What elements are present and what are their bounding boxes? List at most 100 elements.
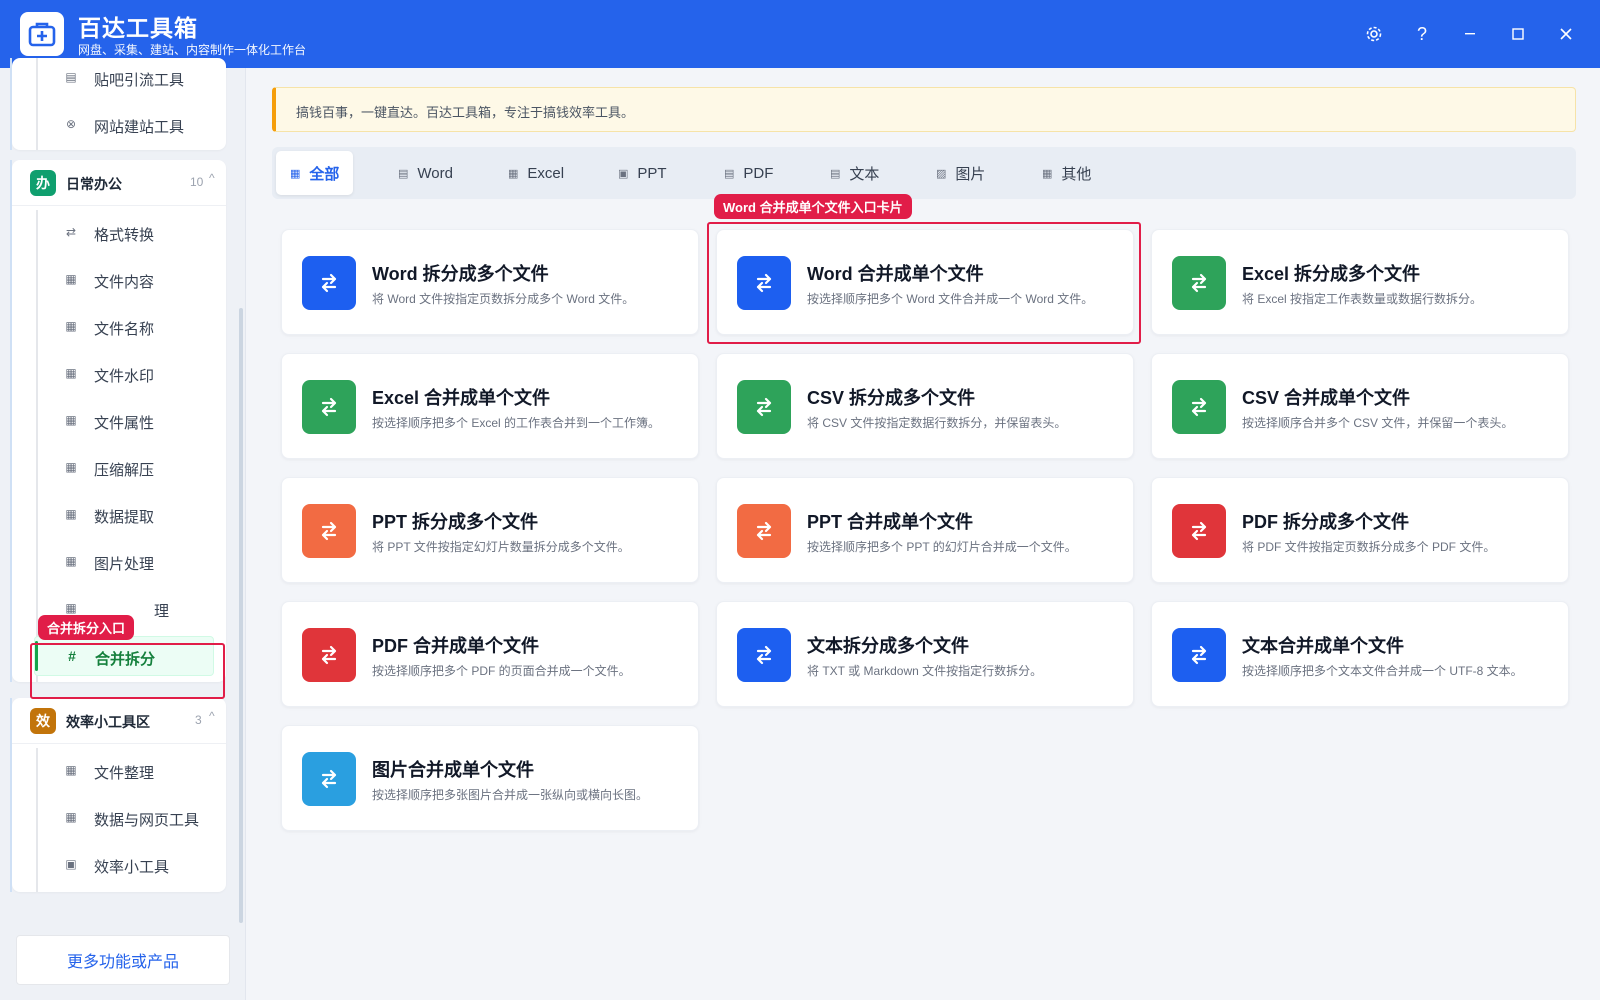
- card-description: 将 Word 文件按指定页数拆分成多个 Word 文件。: [372, 292, 635, 306]
- tool-card[interactable]: Excel 拆分成多个文件将 Excel 按指定工作表数量或数据行数拆分。: [1151, 229, 1569, 335]
- group-count: 10: [190, 175, 204, 189]
- sidebar-group-tools: ▤ 贴吧引流工具 ⊗ 网站建站工具: [10, 58, 226, 150]
- group-title: 效率小工具区: [66, 714, 150, 730]
- chevron-up-icon[interactable]: ^: [209, 709, 215, 723]
- notice-banner: 搞钱百事，一键直达。百达工具箱，专注于搞钱效率工具。: [272, 87, 1576, 132]
- sidebar-item-file-name[interactable]: ▦ 文件名称: [34, 307, 214, 347]
- tool-card[interactable]: Word 拆分成多个文件将 Word 文件按指定页数拆分成多个 Word 文件。: [281, 229, 699, 335]
- card-description: 将 TXT 或 Markdown 文件按指定行数拆分。: [807, 664, 1043, 678]
- sidebar-item-label: 数据提取: [94, 509, 155, 526]
- toolbox-icon: ▣: [65, 857, 77, 871]
- sidebar-item-label: 数据与网页工具: [94, 812, 200, 829]
- sidebar-item-label: 文件水印: [94, 368, 155, 385]
- tab-label: 文本: [849, 165, 880, 183]
- slide-icon: ▣: [618, 167, 629, 180]
- close-icon[interactable]: [1554, 22, 1578, 46]
- card-title: 图片合并成单个文件: [372, 760, 534, 780]
- settings-icon[interactable]: [1362, 22, 1386, 46]
- card-description: 按选择顺序把多个文本文件合并成一个 UTF-8 文本。: [1242, 664, 1523, 678]
- tab-label: PDF: [743, 164, 774, 182]
- sidebar-item-tieba[interactable]: ▤ 贴吧引流工具: [34, 58, 214, 98]
- tab-image[interactable]: ▨ 图片: [922, 151, 999, 195]
- group-header-office[interactable]: 办 日常办公 10 ^: [12, 160, 226, 206]
- sidebar-item-data-extract[interactable]: ▦ 数据提取: [34, 495, 214, 535]
- sidebar-scrollbar[interactable]: [238, 68, 244, 923]
- tool-card[interactable]: Excel 合并成单个文件 按选择顺序把多个 Excel 的工作表合并到一个工作簿…: [281, 353, 699, 459]
- grid-icon: ▦: [65, 507, 77, 521]
- group-badge: 办: [30, 170, 56, 196]
- grid-icon: ▦: [65, 319, 77, 333]
- card-title: PPT 拆分成多个文件: [372, 512, 539, 532]
- tab-label: 其他: [1061, 165, 1092, 183]
- tool-card[interactable]: PDF 拆分成多个文件将 PDF 文件按指定页数拆分成多个 PDF 文件。: [1151, 477, 1569, 583]
- tool-card[interactable]: PDF 合并成单个文件按选择顺序把多个 PDF 的页面合并成一个文件。: [281, 601, 699, 707]
- document-icon: ▤: [65, 70, 77, 84]
- card-title: PDF 合并成单个文件: [372, 636, 540, 656]
- tab-label: 图片: [955, 165, 986, 183]
- tab-all[interactable]: ▦ 全部: [276, 151, 354, 195]
- help-icon[interactable]: ?: [1410, 22, 1434, 46]
- doc-icon: ▤: [398, 167, 409, 180]
- globe-icon: ⊗: [65, 117, 77, 131]
- card-description: 将 PDF 文件按指定页数拆分成多个 PDF 文件。: [1242, 540, 1496, 554]
- grid-icon: ▦: [290, 167, 301, 180]
- group-badge: 效: [30, 708, 56, 734]
- sidebar-item-efficiency-tools[interactable]: ▣ 效率小工具: [34, 845, 214, 885]
- sidebar-item-file-properties[interactable]: ▦ 文件属性: [34, 401, 214, 441]
- tab-ppt[interactable]: ▣ PPT: [604, 151, 681, 195]
- app-subtitle: 网盘、采集、建站、内容制作一体化工作台: [78, 43, 307, 57]
- tab-other[interactable]: ▦ 其他: [1028, 151, 1105, 195]
- text-icon: ▤: [830, 167, 841, 180]
- category-tabs: ▦ 全部 ▤ Word ▦ Excel ▣ PPT ▤ PDF ▤ 文本 ▨ 图…: [272, 147, 1576, 199]
- minimize-icon[interactable]: [1458, 22, 1482, 46]
- card-description: 按选择顺序把多个 PDF 的页面合并成一个文件。: [372, 664, 631, 678]
- tool-card[interactable]: PPT 合并成单个文件 按选择顺序把多个 PPT 的幻灯片合并成一个文件。: [716, 477, 1134, 583]
- sidebar-item-file-organize[interactable]: ▦ 文件整理: [34, 751, 214, 791]
- grid-icon: ▦: [65, 554, 77, 568]
- card-description: 按选择顺序把多个 PPT 的幻灯片合并成一个文件。: [807, 540, 1077, 554]
- sidebar-item-format-convert[interactable]: ⇄ 格式转换: [34, 213, 214, 253]
- tool-card[interactable]: CSV 拆分成多个文件将 CSV 文件按指定数据行数拆分，并保留表头。: [716, 353, 1134, 459]
- more-features-button[interactable]: 更多功能或产品: [16, 935, 230, 985]
- sidebar-item-label: 网站建站工具: [94, 119, 185, 136]
- swap-arrows-icon: [1172, 380, 1226, 434]
- tool-card[interactable]: 图片合并成单个文件 按选择顺序把多张图片合并成一张纵向或横向长图。: [281, 725, 699, 831]
- card-title: 文本拆分成多个文件: [807, 636, 969, 656]
- grid-icon: ▦: [65, 763, 77, 777]
- grid-icon: ▦: [65, 810, 77, 824]
- maximize-icon[interactable]: [1506, 22, 1530, 46]
- tab-word[interactable]: ▤ Word: [384, 151, 467, 195]
- notice-text: 搞钱百事，一键直达。百达工具箱，专注于搞钱效率工具。: [296, 105, 635, 120]
- group-header-efficiency[interactable]: 效 效率小工具区 3 ^: [12, 698, 226, 744]
- sidebar-item-image-process[interactable]: ▦ 图片处理: [34, 542, 214, 582]
- sidebar-item-label: 文件名称: [94, 321, 155, 338]
- tool-card[interactable]: PPT 拆分成多个文件将 PPT 文件按指定幻灯片数量拆分成多个文件。: [281, 477, 699, 583]
- grid-icon: ▦: [65, 366, 77, 380]
- card-description: 将 CSV 文件按指定数据行数拆分，并保留表头。: [807, 416, 1067, 430]
- sidebar-item-website[interactable]: ⊗ 网站建站工具: [34, 105, 214, 145]
- tool-card[interactable]: CSV 合并成单个文件 按选择顺序合并多个 CSV 文件，并保留一个表头。: [1151, 353, 1569, 459]
- tab-text[interactable]: ▤ 文本: [816, 151, 893, 195]
- card-title: CSV 合并成单个文件: [1242, 388, 1411, 408]
- tab-pdf[interactable]: ▤ PDF: [710, 151, 787, 195]
- swap-arrows-icon: [302, 256, 356, 310]
- sidebar: ▤ 贴吧引流工具 ⊗ 网站建站工具 办 日常办公 10 ^ ⇄ 格式转换 ▦ 文…: [0, 58, 246, 1000]
- sidebar-item-file-content[interactable]: ▦ 文件内容: [34, 260, 214, 300]
- tool-card[interactable]: 文本拆分成多个文件将 TXT 或 Markdown 文件按指定行数拆分。: [716, 601, 1134, 707]
- tool-card[interactable]: 文本合并成单个文件按选择顺序把多个文本文件合并成一个 UTF-8 文本。: [1151, 601, 1569, 707]
- sidebar-item-watermark[interactable]: ▦ 文件水印: [34, 354, 214, 394]
- grid-icon: ▦: [1042, 167, 1053, 180]
- toolbox-logo-icon: [28, 22, 56, 47]
- scrollbar-thumb[interactable]: [239, 308, 243, 923]
- swap-icon: ⇄: [65, 225, 77, 239]
- swap-arrows-icon: [302, 504, 356, 558]
- grid-icon: ▦: [65, 460, 77, 474]
- card-description: 将 Excel 按指定工作表数量或数据行数拆分。: [1242, 292, 1483, 306]
- sidebar-item-compress[interactable]: ▦ 压缩解压: [34, 448, 214, 488]
- card-title: CSV 拆分成多个文件: [807, 388, 976, 408]
- tab-excel[interactable]: ▦ Excel: [494, 151, 578, 195]
- swap-arrows-icon: [1172, 504, 1226, 558]
- sidebar-item-data-web-tools[interactable]: ▦ 数据与网页工具: [34, 798, 214, 838]
- card-title: 文本合并成单个文件: [1242, 636, 1404, 656]
- chevron-up-icon[interactable]: ^: [209, 171, 215, 185]
